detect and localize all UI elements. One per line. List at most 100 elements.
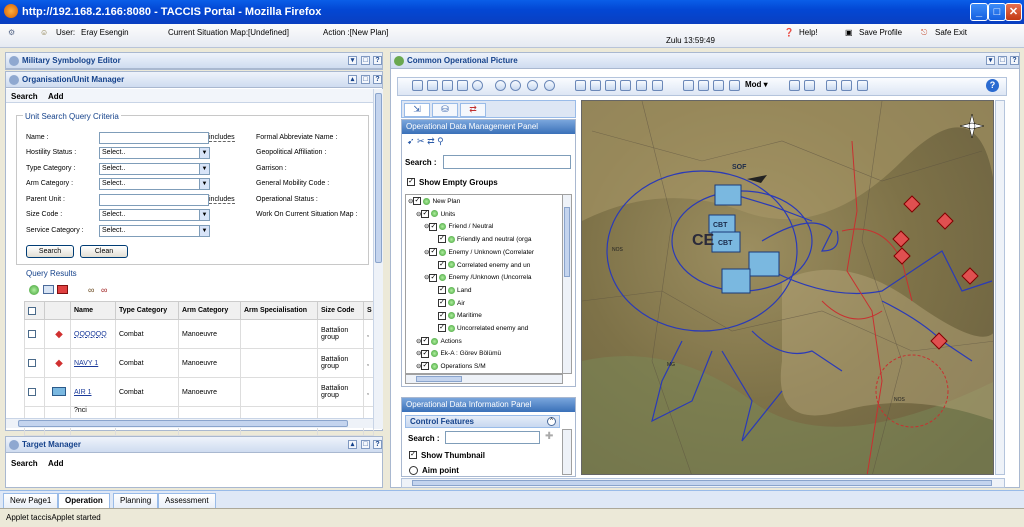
row-checkbox[interactable] (28, 359, 36, 367)
col-spec[interactable]: Arm Specialisation (240, 301, 318, 320)
scrollbar-thumb[interactable] (564, 207, 570, 277)
terrain-icon[interactable] (605, 80, 616, 91)
scrollbar-thumb[interactable] (18, 420, 348, 427)
refresh-icon[interactable] (29, 285, 39, 295)
horizontal-scrollbar[interactable] (6, 418, 373, 428)
table-row[interactable]: AIR 1 Combat Manoeuvre Battalion group , (24, 377, 374, 407)
unlink-icon[interactable]: ∞ (101, 285, 107, 295)
help-small-icon[interactable]: ? (373, 440, 382, 449)
sync-tab-icon[interactable]: ⇄ (460, 103, 486, 117)
map-view[interactable]: SOF CBT CBT CE NOS NOS MG (581, 100, 994, 475)
tree-node[interactable]: ⊖✓ Actions (408, 336, 562, 349)
collapse-icon[interactable]: ▴ (348, 75, 357, 84)
help-small-icon[interactable]: ? (373, 56, 382, 65)
tab-planning[interactable]: Planning (113, 493, 159, 509)
org-header[interactable]: Organisation/Unit Manager ▴ □ ? (6, 72, 382, 88)
database-tab-icon[interactable]: ⛁ (432, 103, 458, 117)
unit-name-link[interactable]: QQQQQQ (70, 319, 116, 349)
zoom-in-icon[interactable] (495, 80, 506, 91)
odm-search-input[interactable] (443, 155, 571, 169)
target-header[interactable]: Target Manager ▴ □ ? (6, 437, 382, 453)
safe-exit-link[interactable]: Safe Exit (935, 28, 967, 37)
tree-node[interactable]: ⊖✓ Units (408, 209, 562, 222)
select-box-icon[interactable] (442, 80, 453, 91)
tools-icon[interactable] (698, 80, 709, 91)
org-add-menu[interactable]: Add (48, 92, 64, 101)
tree-node[interactable]: ⊖✓ Friend / Neutral (408, 221, 562, 234)
type-category-select[interactable]: Select.. ▼ (99, 163, 210, 175)
cop-header[interactable]: Common Operational Picture ▾ □ ? (391, 53, 1019, 69)
filter-icon[interactable] (804, 80, 815, 91)
row-select-cell[interactable] (24, 377, 45, 407)
tree-node[interactable]: ⊖✓ Enemy /Unknown (Uncorrela (408, 272, 562, 285)
map-vertical-scrollbar[interactable] (995, 100, 1005, 475)
save-profile-icon[interactable]: ▣ (845, 28, 853, 37)
collapse-circle-icon[interactable]: ^ (547, 417, 556, 426)
col-name[interactable]: Name (70, 301, 116, 320)
add-icon[interactable]: ✚ (545, 431, 553, 442)
image-icon[interactable] (636, 80, 647, 91)
tree-node[interactable]: ✓ Maritime (408, 310, 562, 323)
tree-node[interactable]: ✓ Correlated enemy and un (408, 260, 562, 273)
collapse-icon[interactable]: ▾ (986, 56, 995, 65)
tab-operation[interactable]: Operation (58, 493, 110, 509)
tree-horizontal-scrollbar[interactable] (405, 374, 563, 384)
link-icon[interactable]: ∞ (88, 285, 94, 295)
save-icon[interactable] (729, 80, 740, 91)
mse-header[interactable]: Military Symbology Editor ▾ □ ? (6, 53, 382, 69)
help-small-icon[interactable]: ? (1010, 56, 1019, 65)
collapse-icon[interactable]: ▾ (348, 56, 357, 65)
collapse-icon[interactable]: ▴ (348, 440, 357, 449)
pointer-tab-icon[interactable]: ⇲ (404, 103, 430, 117)
show-empty-groups-checkbox[interactable]: ✓ (407, 177, 415, 186)
cop-help-icon[interactable]: ? (986, 79, 999, 92)
col-s[interactable]: S (363, 301, 374, 320)
includes-label[interactable]: includes (209, 134, 235, 142)
zoom-icon[interactable] (472, 80, 483, 91)
aim-point-label[interactable]: Aim point (422, 466, 459, 475)
select-tool-icon[interactable]: ➹ ✂ ⇄ ⚲ (407, 136, 444, 147)
row-checkbox[interactable] (28, 388, 36, 396)
float-icon[interactable]: □ (361, 75, 370, 84)
exit-icon[interactable]: ⎋ (921, 28, 927, 38)
tree-node[interactable]: ⊖✓ New Plan (408, 196, 562, 209)
search-button[interactable]: Search (26, 245, 74, 258)
float-icon[interactable]: □ (998, 56, 1007, 65)
scrollbar-thumb[interactable] (375, 93, 382, 263)
tree-node[interactable]: ⊖✓ Enemy / Unknown (Correlater (408, 247, 562, 260)
vertical-scrollbar[interactable] (373, 89, 383, 429)
print-icon[interactable] (857, 80, 868, 91)
minimize-button[interactable]: _ (970, 3, 988, 21)
window-icon[interactable] (683, 80, 694, 91)
zoom-extent-icon[interactable] (527, 80, 538, 91)
table-row[interactable]: ◆ QQQQQQ Combat Manoeuvre Battalion grou… (24, 319, 374, 349)
refresh-map-icon[interactable] (789, 80, 800, 91)
col-arm[interactable]: Arm Category (178, 301, 241, 320)
mail-icon[interactable] (43, 285, 54, 294)
select-all-checkbox[interactable] (28, 306, 36, 315)
grid-icon[interactable] (575, 80, 586, 91)
folder-open-icon[interactable] (713, 80, 724, 91)
aim-point-radio[interactable] (409, 466, 418, 475)
includes-label[interactable]: includes (209, 196, 235, 204)
col-type[interactable]: Type Category (115, 301, 179, 320)
zoom-previous-icon[interactable] (544, 80, 555, 91)
scrollbar-thumb[interactable] (412, 480, 992, 486)
tree-node[interactable]: ✓ Air (408, 298, 562, 311)
service-category-select[interactable]: Select.. ▼ (99, 225, 210, 237)
help-small-icon[interactable]: ? (373, 75, 382, 84)
help-link[interactable]: Help! (799, 28, 818, 37)
target-add-menu[interactable]: Add (48, 459, 64, 468)
tree-vertical-scrollbar[interactable] (562, 194, 572, 374)
map-canvas[interactable]: SOF CBT CBT CE NOS NOS MG (582, 101, 994, 475)
tab-assessment[interactable]: Assessment (158, 493, 216, 509)
measure-icon[interactable] (590, 80, 601, 91)
parent-unit-field[interactable] (99, 194, 209, 206)
mode-dropdown[interactable]: Mod ▾ (745, 80, 768, 89)
row-select-cell[interactable] (24, 348, 45, 378)
map-horizontal-scrollbar[interactable] (401, 478, 1005, 488)
help-icon[interactable]: ❓ (784, 28, 794, 37)
org-search-menu[interactable]: Search (11, 92, 38, 101)
name-field[interactable] (99, 132, 209, 144)
control-features-header[interactable]: Control Features (405, 415, 560, 428)
